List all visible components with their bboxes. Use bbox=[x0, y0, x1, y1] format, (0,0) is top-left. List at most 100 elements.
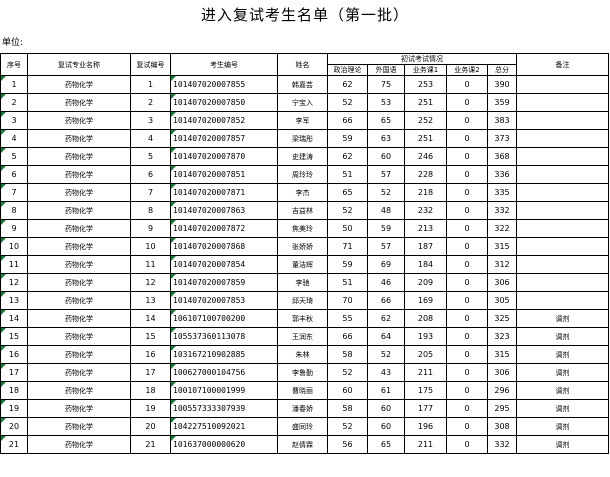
cell-seq-text: 18 bbox=[8, 386, 20, 395]
cell-foreign: 69 bbox=[367, 255, 405, 274]
cell-retest-no: 15 bbox=[130, 327, 171, 346]
cell-total: 332 bbox=[487, 201, 517, 220]
cell-ticket: 101407020007859 bbox=[170, 273, 278, 292]
cell-course2-text: 0 bbox=[464, 80, 470, 89]
cell-remark bbox=[516, 255, 609, 274]
cell-remark-text: 调剂 bbox=[555, 440, 570, 449]
cell-major-text: 药物化学 bbox=[65, 206, 93, 215]
cell-course1: 211 bbox=[404, 435, 447, 454]
cell-name-text: 曹晓丽 bbox=[292, 386, 313, 395]
table-row: 8 药物化学 8 101407020007863 吉益林 52 48 232 0 332 bbox=[0, 201, 609, 220]
cell-total-text: 359 bbox=[494, 98, 510, 107]
cell-seq: 18 bbox=[0, 381, 28, 400]
cell-total-text: 308 bbox=[494, 422, 510, 431]
cell-retest-no: 21 bbox=[130, 435, 171, 454]
cell-remark: 调剂 bbox=[516, 381, 609, 400]
cell-foreign-text: 69 bbox=[380, 260, 392, 269]
cell-major-text: 药物化学 bbox=[65, 440, 93, 449]
cell-foreign-text: 63 bbox=[380, 134, 392, 143]
cell-name: 李军 bbox=[277, 111, 328, 130]
cell-foreign-text: 57 bbox=[380, 242, 392, 251]
cell-marker-icon bbox=[1, 148, 6, 153]
cell-foreign-text: 46 bbox=[380, 278, 392, 287]
cell-major-text: 药物化学 bbox=[65, 350, 93, 359]
cell-retest-no-text: 2 bbox=[147, 98, 154, 107]
cell-total: 323 bbox=[487, 327, 517, 346]
table-row: 5 药物化学 5 101407020007870 史建涛 62 60 246 0 368 bbox=[0, 147, 609, 166]
cell-ticket-text: 105537360113078 bbox=[173, 332, 246, 341]
cell-major-text: 药物化学 bbox=[65, 332, 93, 341]
cell-retest-no: 10 bbox=[130, 237, 171, 256]
cell-name: 曹晓丽 bbox=[277, 381, 328, 400]
cell-course2: 0 bbox=[446, 165, 488, 184]
cell-name: 韩嘉芸 bbox=[277, 75, 328, 94]
cell-politics-text: 62 bbox=[342, 152, 353, 161]
cell-course1-text: 253 bbox=[417, 80, 434, 89]
cell-seq-text: 20 bbox=[8, 422, 20, 431]
cell-politics: 70 bbox=[327, 291, 368, 310]
cell-course2-text: 0 bbox=[464, 350, 470, 359]
cell-name: 吉益林 bbox=[277, 201, 328, 220]
cell-ticket-text: 101407020007853 bbox=[173, 296, 246, 305]
cell-name-text: 李驰 bbox=[295, 278, 310, 287]
cell-course2-text: 0 bbox=[464, 152, 470, 161]
cell-major: 药物化学 bbox=[27, 147, 131, 166]
cell-name-text: 焦美玲 bbox=[292, 224, 313, 233]
cell-name-text: 盛同玲 bbox=[292, 422, 313, 431]
cell-marker-icon bbox=[1, 202, 6, 207]
cell-major-text: 药物化学 bbox=[65, 152, 93, 161]
cell-total-text: 322 bbox=[494, 224, 510, 233]
cell-course1-text: 193 bbox=[417, 332, 434, 341]
cell-retest-no-text: 18 bbox=[145, 386, 156, 395]
header-retest-no: 复试编号 bbox=[130, 53, 171, 76]
cell-ticket: 101407020007851 bbox=[170, 165, 278, 184]
cell-seq-text: 4 bbox=[11, 134, 17, 143]
cell-major: 药物化学 bbox=[27, 327, 131, 346]
cell-total-text: 373 bbox=[494, 134, 510, 143]
cell-politics-text: 71 bbox=[342, 242, 353, 251]
cell-marker-icon bbox=[171, 112, 176, 117]
cell-politics: 58 bbox=[327, 399, 368, 418]
cell-retest-no-text: 8 bbox=[147, 206, 154, 215]
cell-politics: 71 bbox=[327, 237, 368, 256]
cell-retest-no: 8 bbox=[130, 201, 171, 220]
cell-name-text: 赵倩霖 bbox=[292, 440, 313, 449]
cell-remark: 调剂 bbox=[516, 327, 609, 346]
cell-major-text: 药物化学 bbox=[65, 386, 93, 395]
cell-marker-icon bbox=[1, 166, 6, 171]
cell-total: 295 bbox=[487, 399, 517, 418]
cell-total-text: 323 bbox=[494, 332, 510, 341]
table-row: 7 药物化学 7 101407020007871 李杰 65 52 218 0 335 bbox=[0, 183, 609, 202]
cell-course1: 193 bbox=[404, 327, 447, 346]
cell-course2: 0 bbox=[446, 237, 488, 256]
cell-course2: 0 bbox=[446, 435, 488, 454]
cell-seq: 3 bbox=[0, 111, 28, 130]
cell-politics: 59 bbox=[327, 255, 368, 274]
cell-seq: 20 bbox=[0, 417, 28, 436]
cell-major-text: 药物化学 bbox=[65, 134, 93, 143]
cell-foreign: 53 bbox=[367, 93, 405, 112]
cell-remark: 调剂 bbox=[516, 399, 609, 418]
cell-course1-text: 251 bbox=[417, 134, 434, 143]
page-title: 进入复试考生名单（第一批） bbox=[200, 6, 409, 24]
cell-politics: 60 bbox=[327, 381, 368, 400]
cell-foreign-text: 65 bbox=[380, 116, 392, 125]
cell-marker-icon bbox=[1, 436, 6, 441]
cell-course2-text: 0 bbox=[464, 404, 470, 413]
cell-remark-text: 调剂 bbox=[555, 350, 570, 359]
cell-retest-no-text: 14 bbox=[145, 314, 156, 323]
cell-course2-text: 0 bbox=[464, 332, 470, 341]
cell-ticket: 100627000104756 bbox=[170, 363, 278, 382]
table-row: 12 药物化学 12 101407020007859 李驰 51 46 209 0 306 bbox=[0, 273, 609, 292]
cell-retest-no: 3 bbox=[130, 111, 171, 130]
cell-retest-no: 12 bbox=[130, 273, 171, 292]
cell-politics: 66 bbox=[327, 111, 368, 130]
cell-course2: 0 bbox=[446, 111, 488, 130]
cell-major: 药物化学 bbox=[27, 417, 131, 436]
cell-total: 305 bbox=[487, 291, 517, 310]
cell-remark-text: 调剂 bbox=[555, 368, 570, 377]
cell-politics: 56 bbox=[327, 435, 368, 454]
cell-ticket: 104227510092021 bbox=[170, 417, 278, 436]
cell-seq: 16 bbox=[0, 345, 28, 364]
cell-total: 325 bbox=[487, 309, 517, 328]
